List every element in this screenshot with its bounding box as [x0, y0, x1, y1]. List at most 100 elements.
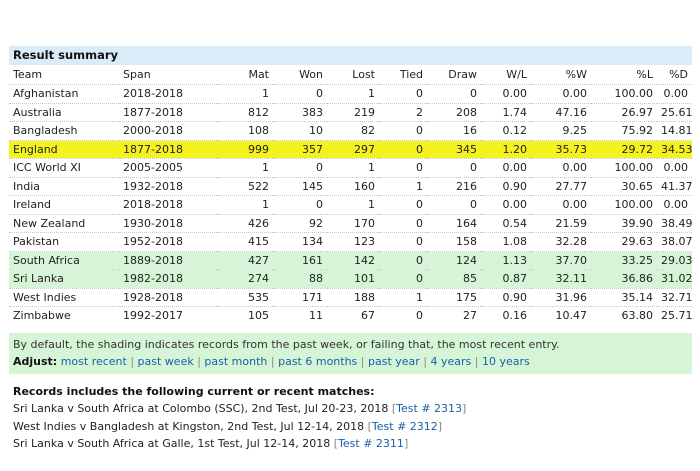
- table-cell-wl: 1.08: [481, 232, 531, 251]
- table-cell-pl: 39.90: [591, 213, 657, 233]
- table-cell-pd: 32.71: [657, 287, 692, 307]
- table-cell-pl: 100.00: [591, 195, 657, 214]
- table-cell-team: West Indies: [9, 287, 119, 307]
- shading-note-text: By default, the shading indicates record…: [13, 337, 560, 351]
- column-header: %D: [669, 67, 688, 81]
- table-cell-span: 1982-2018: [119, 269, 217, 288]
- link-separator: |: [419, 354, 431, 368]
- table-cell-team: New Zealand: [9, 213, 119, 233]
- column-header: Draw: [448, 67, 477, 81]
- table-row: West Indies 1928-2018 535 171 188 1 175 0.90 31.…: [9, 287, 692, 307]
- record-text: West Indies v Bangladesh at Kingston, 2n…: [13, 419, 368, 433]
- column-header: Lost: [352, 67, 375, 81]
- table-cell-pd: 14.81: [657, 121, 692, 140]
- table-cell-wl: 0.90: [481, 176, 531, 196]
- adjust-link[interactable]: 10 years: [482, 355, 530, 368]
- table-cell-pl: 75.92: [591, 121, 657, 140]
- table-cell-mat: 535: [217, 287, 273, 307]
- table-cell-pd: 25.61: [657, 102, 692, 122]
- result-table: Team Span Mat Won Lost Tied Draw W/L %W %L %D Afgh…: [9, 65, 692, 325]
- table-cell-tied: 0: [379, 213, 427, 233]
- adjust-link[interactable]: 4 years: [431, 355, 472, 368]
- table-cell-lost: 82: [327, 121, 379, 140]
- test-link[interactable]: Test # 2313: [396, 402, 462, 415]
- adjust-link[interactable]: past year: [368, 355, 420, 368]
- table-row: South Africa 1889-2018 427 161 142 0 124 1.13 37…: [9, 250, 692, 270]
- table-cell-draw: 216: [427, 176, 481, 196]
- table-cell-mat: 812: [217, 102, 273, 122]
- table-cell-team: Australia: [9, 102, 119, 122]
- table-cell-pw: 21.59: [531, 213, 591, 233]
- table-cell-tied: 0: [379, 121, 427, 140]
- table-cell-draw: 124: [427, 250, 481, 270]
- column-header: Mat: [248, 67, 269, 81]
- table-cell-won: 92: [273, 213, 327, 233]
- table-cell-draw: 0: [427, 84, 481, 103]
- table-cell-pd: 0.00: [657, 195, 692, 214]
- table-cell-won: 383: [273, 102, 327, 122]
- bracket-close: ]: [462, 402, 467, 415]
- table-row: Afghanistan 2018-2018 1 0 1 0 0 0.00 0.00 100.00 0…: [9, 84, 692, 103]
- record-text: Sri Lanka v South Africa at Galle, 1st T…: [13, 437, 334, 450]
- adjust-link[interactable]: past 6 months: [278, 355, 357, 368]
- table-cell-span: 2018-2018: [119, 195, 217, 214]
- table-row: ICC World XI 2005-2005 1 0 1 0 0 0.00 0.00 100.00…: [9, 158, 692, 177]
- table-cell-lost: 170: [327, 213, 379, 233]
- table-cell-won: 171: [273, 287, 327, 307]
- table-cell-draw: 27: [427, 306, 481, 325]
- table-cell-pw: 9.25: [531, 121, 591, 140]
- adjust-link[interactable]: past week: [138, 355, 194, 368]
- table-cell-pd: 25.71: [657, 306, 692, 325]
- table-cell-pl: 100.00: [591, 158, 657, 177]
- test-link[interactable]: Test # 2312: [372, 420, 438, 433]
- table-cell-tied: 0: [379, 250, 427, 270]
- table-cell-wl: 1.20: [481, 139, 531, 159]
- table-cell-tied: 0: [379, 306, 427, 325]
- record-item: Sri Lanka v South Africa at Galle, 1st T…: [13, 435, 692, 453]
- table-row: England 1877-2018 999 357 297 0 345 1.20 35.73 29…: [9, 139, 692, 159]
- table-row: Pakistan 1952-2018 415 134 123 0 158 1.08 32.28 2…: [9, 232, 692, 251]
- test-link[interactable]: Test # 2311: [338, 437, 404, 450]
- table-cell-pl: 29.63: [591, 232, 657, 251]
- table-cell-span: 2018-2018: [119, 84, 217, 103]
- adjust-link[interactable]: most recent: [61, 355, 127, 368]
- table-cell-span: 2005-2005: [119, 158, 217, 177]
- table-row: Bangladesh 2000-2018 108 10 82 0 16 0.12 9.25 75.…: [9, 121, 692, 140]
- table-cell-pd: 0.00: [657, 158, 692, 177]
- column-header: Team: [13, 67, 43, 81]
- table-cell-draw: 175: [427, 287, 481, 307]
- table-cell-won: 357: [273, 139, 327, 159]
- bracket-close: ]: [437, 419, 443, 433]
- table-cell-lost: 297: [327, 139, 379, 159]
- table-cell-tied: 0: [379, 232, 427, 251]
- table-cell-draw: 16: [427, 121, 481, 140]
- column-header: Tied: [399, 67, 423, 81]
- table-cell-pd: 34.53: [657, 139, 692, 159]
- adjust-link[interactable]: past month: [204, 355, 267, 368]
- table-cell-lost: 219: [327, 102, 379, 122]
- table-cell-draw: 158: [427, 232, 481, 251]
- table-cell-won: 0: [273, 84, 327, 103]
- column-header: %L: [636, 67, 653, 81]
- table-cell-lost: 160: [327, 176, 379, 196]
- column-header: %W: [565, 67, 587, 81]
- bracket-close: ]: [403, 437, 409, 450]
- table-row: Zimbabwe 1992-2017 105 11 67 0 27 0.16 10.47 63.8…: [9, 306, 692, 325]
- table-cell-pw: 32.11: [531, 269, 591, 288]
- table-cell-won: 134: [273, 232, 327, 251]
- table-cell-mat: 427: [217, 250, 273, 270]
- table-cell-team: ICC World XI: [9, 158, 119, 177]
- table-cell-team: South Africa: [9, 250, 119, 270]
- table-cell-pl: 63.80: [591, 306, 657, 325]
- table-cell-span: 2000-2018: [119, 121, 217, 140]
- table-cell-wl: 0.16: [481, 306, 531, 325]
- table-cell-wl: 0.87: [481, 269, 531, 288]
- table-row: New Zealand 1930-2018 426 92 170 0 164 0.54 21.5…: [9, 213, 692, 233]
- table-cell-wl: 1.74: [481, 102, 531, 122]
- table-cell-mat: 1: [217, 84, 273, 103]
- table-cell-mat: 415: [217, 232, 273, 251]
- table-cell-team: Ireland: [9, 195, 119, 214]
- table-cell-team: Afghanistan: [9, 84, 119, 103]
- table-cell-span: 1877-2018: [119, 139, 217, 159]
- table-cell-pw: 0.00: [531, 84, 591, 103]
